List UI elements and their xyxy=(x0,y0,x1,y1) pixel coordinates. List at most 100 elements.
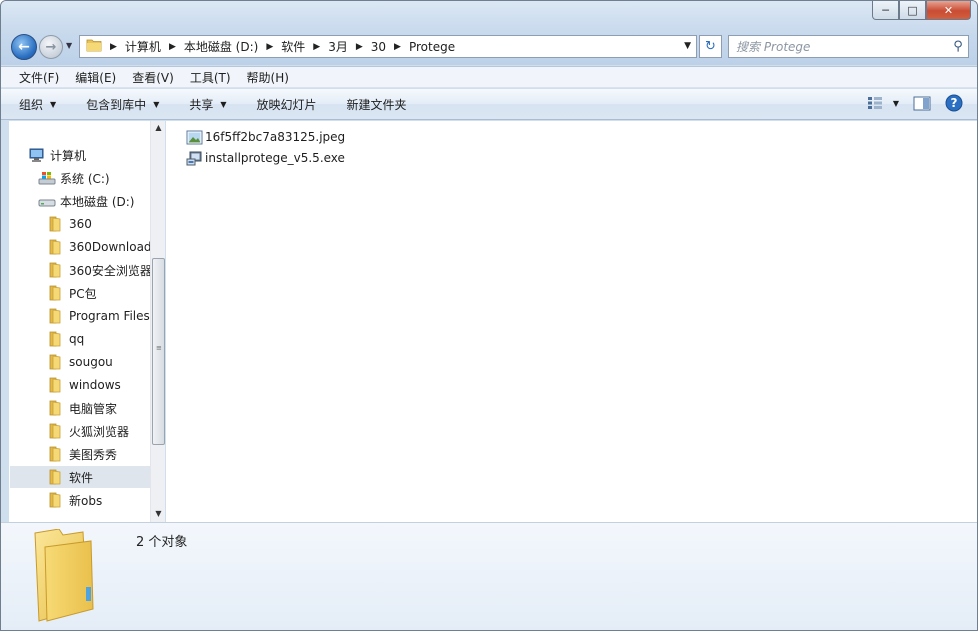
breadcrumb-software[interactable]: 软件 xyxy=(281,38,305,55)
breadcrumb: ▶ 计算机 ▶ 本地磁盘 (D:) ▶ 软件 ▶ 3月 ▶ 30 ▶ Prote… xyxy=(102,38,455,55)
view-controls: ▼ ? xyxy=(853,94,963,112)
computer-icon xyxy=(29,148,44,162)
folder-large-icon xyxy=(34,529,94,622)
address-dropdown-icon[interactable]: ▼ xyxy=(684,41,691,51)
breadcrumb-30[interactable]: 30 xyxy=(371,40,386,54)
share-label: 共享 xyxy=(189,97,214,112)
file-list: 16f5ff2bc7a83125.jpeg installprotege_v5.… xyxy=(166,121,977,522)
folder-icon xyxy=(49,377,61,393)
help-button[interactable]: ? xyxy=(945,94,963,112)
scrollbar-thumb[interactable]: ≡ xyxy=(152,258,165,445)
breadcrumb-local-drive[interactable]: 本地磁盘 (D:) xyxy=(184,38,258,55)
arrow-left-icon: ← xyxy=(18,39,30,55)
chevron-down-icon[interactable]: ▼ xyxy=(893,99,899,108)
address-bar[interactable]: ▶ 计算机 ▶ 本地磁盘 (D:) ▶ 软件 ▶ 3月 ▶ 30 ▶ Prote… xyxy=(79,35,697,58)
maximize-button[interactable]: □ xyxy=(899,1,926,20)
file-item[interactable]: installprotege_v5.5.exe xyxy=(186,148,345,168)
grip-icon: ≡ xyxy=(156,344,162,352)
new-folder-button[interactable]: 新建文件夹 xyxy=(347,96,407,113)
breadcrumb-protege[interactable]: Protege xyxy=(409,40,455,54)
tree-label: 360安全浏览器 xyxy=(69,263,152,278)
view-options-icon xyxy=(867,97,882,109)
new-folder-label: 新建文件夹 xyxy=(346,97,407,112)
svg-text:?: ? xyxy=(951,96,958,110)
folder-icon xyxy=(49,354,61,370)
nav-scrollbar[interactable]: ▲ ≡ ▼ xyxy=(150,121,165,522)
tree-label: 计算机 xyxy=(50,148,87,163)
preview-pane-button[interactable] xyxy=(913,96,931,111)
preview-pane-icon xyxy=(913,96,931,110)
tree-label: 新obs xyxy=(69,493,103,508)
search-icon[interactable]: ⚲ xyxy=(948,39,968,54)
title-bar: ─ □ ✕ ← → ▼ ▶ 计算机 ▶ 本地磁盘 (D:) ▶ 软件 ▶ 3月 … xyxy=(1,1,977,65)
scroll-up-icon[interactable]: ▲ xyxy=(151,123,166,137)
help-icon: ? xyxy=(945,94,963,112)
recent-pages-dropdown[interactable]: ▼ xyxy=(66,41,76,51)
include-in-library-button[interactable]: 包含到库中 ▼ xyxy=(86,96,159,113)
refresh-button[interactable]: ↻ xyxy=(699,35,722,58)
folder-icon xyxy=(49,216,61,232)
menu-tools[interactable]: 工具(T) xyxy=(182,69,239,86)
breadcrumb-separator-icon[interactable]: ▶ xyxy=(313,42,320,52)
breadcrumb-computer[interactable]: 计算机 xyxy=(125,38,161,55)
breadcrumb-separator-icon[interactable]: ▶ xyxy=(266,42,273,52)
folder-icon xyxy=(49,469,61,485)
folder-icon xyxy=(49,492,61,508)
file-name: 16f5ff2bc7a83125.jpeg xyxy=(205,130,346,144)
tree-label: 360 xyxy=(69,217,92,231)
tree-label: 系统 (C:) xyxy=(60,171,110,186)
folder-icon xyxy=(49,446,61,462)
chevron-down-icon: ▼ xyxy=(66,41,73,50)
chevron-down-icon: ▼ xyxy=(153,99,160,109)
menu-file[interactable]: 文件(F) xyxy=(11,69,67,86)
file-name: installprotege_v5.5.exe xyxy=(205,151,345,165)
slideshow-button[interactable]: 放映幻灯片 xyxy=(257,96,317,113)
navigation-pane: 计算机 系统 (C:) 本地磁盘 (D:) 360 360Download 360安… xyxy=(9,121,165,522)
menu-edit[interactable]: 编辑(E) xyxy=(67,69,124,86)
minimize-button[interactable]: ─ xyxy=(872,1,899,20)
drive-icon xyxy=(38,199,56,207)
folder-icon xyxy=(49,262,61,278)
search-box[interactable]: ⚲ xyxy=(728,35,969,58)
item-count: 2 个对象 xyxy=(136,535,188,550)
organize-label: 组织 xyxy=(19,97,44,112)
slideshow-label: 放映幻灯片 xyxy=(256,97,317,112)
breadcrumb-separator-icon[interactable]: ▶ xyxy=(394,42,401,52)
menu-bar: 文件(F) 编辑(E) 查看(V) 工具(T) 帮助(H) xyxy=(1,66,977,88)
tree-label: PC包 xyxy=(69,286,97,301)
tree-label: qq xyxy=(69,332,85,346)
search-input[interactable] xyxy=(729,36,948,57)
include-in-library-label: 包含到库中 xyxy=(86,97,147,112)
folder-icon xyxy=(49,308,61,324)
folder-icon xyxy=(49,285,61,301)
details-pane: 2 个对象 xyxy=(1,522,977,630)
close-button[interactable]: ✕ xyxy=(926,1,971,20)
folder-icon xyxy=(86,38,102,55)
tree-item-folder[interactable]: 软件 xyxy=(10,466,151,488)
folder-icon xyxy=(49,423,61,439)
breadcrumb-separator-icon[interactable]: ▶ xyxy=(169,42,176,52)
tree-label: windows xyxy=(69,378,121,392)
tree-label: sougou xyxy=(69,355,113,369)
chevron-down-icon: ▼ xyxy=(220,99,227,109)
image-file-icon xyxy=(186,130,203,144)
breadcrumb-separator-icon[interactable]: ▶ xyxy=(110,42,117,52)
folder-icon xyxy=(49,331,61,347)
breadcrumb-march[interactable]: 3月 xyxy=(328,38,348,55)
organize-button[interactable]: 组织 ▼ xyxy=(19,96,56,113)
scroll-down-icon[interactable]: ▼ xyxy=(151,509,166,523)
tree-label: 本地磁盘 (D:) xyxy=(60,194,135,209)
breadcrumb-separator-icon[interactable]: ▶ xyxy=(356,42,363,52)
installer-file-icon xyxy=(186,151,202,165)
change-view-button[interactable]: ▼ xyxy=(867,96,899,110)
forward-button[interactable]: → xyxy=(39,35,63,59)
menu-help[interactable]: 帮助(H) xyxy=(239,69,297,86)
tree-item-computer[interactable]: 计算机 xyxy=(28,144,168,166)
share-button[interactable]: 共享 ▼ xyxy=(189,96,226,113)
back-button[interactable]: ← xyxy=(11,34,37,60)
system-drive-icon xyxy=(38,172,56,185)
folder-icon xyxy=(49,239,61,255)
menu-view[interactable]: 查看(V) xyxy=(124,69,182,86)
file-item[interactable]: 16f5ff2bc7a83125.jpeg xyxy=(186,127,345,147)
arrow-right-icon: → xyxy=(45,39,57,55)
